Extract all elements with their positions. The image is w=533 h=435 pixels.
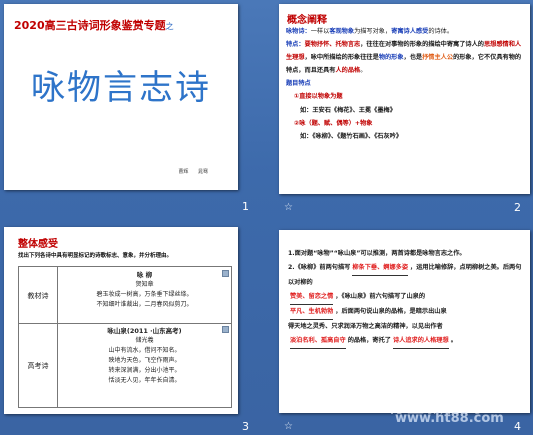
slide-number-1: 1 [242, 200, 249, 213]
answer-line-4: 平凡、生机勃勃 ，后面两句说山泉的品格，是暗示出山泉 [288, 305, 524, 320]
slide-thumbnail-3[interactable]: 整体感受 找出下列各诗中具有明显标记的诗歌标志、意象，并分析理由。 教材诗 咏 … [4, 227, 238, 414]
slide-2-heading: 概念阐释 [287, 15, 327, 26]
slide-3-heading: 整体感受 [18, 239, 58, 250]
row-label-exam: 高考诗 [27, 362, 49, 370]
slide-number-2: 2 [514, 201, 521, 214]
answer-line-2: 2.《咏柳》前两句描写 柳条下垂、婀娜多姿 ，运用比喻修辞，点明柳树之美。后两句以对… [288, 261, 524, 290]
slide-1-main-heading: 咏物言志诗 [31, 68, 211, 108]
definition-line: 咏物诗：一样以客观物象为描写对象，寄寓诗人感受的诗体。 [286, 28, 454, 35]
slide-2-body: 咏物诗：一样以客观物象为描写对象，寄寓诗人感受的诗体。 特点：要物抒怀、托物言志… [286, 25, 524, 143]
answer-line-1: 1.面对题“咏物”“咏山泉”可以推测，两首诗都是咏物言志之作。 [288, 250, 466, 257]
watermark-url: www.ht88.com [395, 411, 504, 426]
slide-thumbnail-4[interactable]: 1.面对题“咏物”“咏山泉”可以推测，两首诗都是咏物言志之作。 2.《咏柳》前两… [279, 230, 530, 413]
title-feature-2-example: 如：《咏柳》、《题竹石画》、《石灰吟》 [300, 132, 403, 140]
title-features-label: 题目特点 [286, 80, 311, 88]
slide-number-3: 3 [242, 420, 249, 433]
title-feature-1-example: 如：王安石《梅花》、王冕《墨梅》 [300, 106, 396, 114]
poem-table: 教材诗 咏 柳 贺知章 碧玉妆成一树高，万条垂下绿丝绦。 不知细叶谁裁出，二月春… [18, 266, 232, 408]
slide-thumbnail-1[interactable]: 2020高三古诗词形象鉴赏专题之 咏物言志诗 曹辉 晁骞 [4, 4, 238, 190]
slide-thumbnail-2[interactable]: 概念阐释 咏物诗：一样以客观物象为描写对象，寄寓诗人感受的诗体。 特点：要物抒怀… [279, 4, 530, 194]
answer-line-3: 赞美、留恋之情 ，《咏山泉》前六句描写了山泉的 [288, 290, 524, 305]
title-feature-2: ②咏（题、赋、偶等）+物象 [294, 119, 373, 127]
features-line: 特点：要物抒怀、托物言志，往往在对事物的形象的描绘中寄寓了诗人的思想感情和人生理… [286, 41, 522, 75]
transition-icon: ☆ [284, 202, 293, 213]
transition-icon: ☆ [284, 421, 293, 432]
row-label-textbook: 教材诗 [27, 292, 49, 300]
answer-line-6: 淡泊名利、孤高自守 的品格，寄托了 诗人追求的人格理想。 [288, 334, 524, 349]
slide-4-body: 1.面对题“咏物”“咏山泉”可以推测，两首诗都是咏物言志之作。 2.《咏柳》前两… [288, 247, 524, 349]
answer-line-5: 得天地之灵秀、只求润泽万物之高洁的精神，以见出作者 [288, 323, 443, 330]
poem-1: 咏 柳 贺知章 碧玉妆成一树高，万条垂下绿丝绦。 不知细叶谁裁出，二月春风似剪刀… [96, 271, 193, 308]
slide-1-title: 2020高三古诗词形象鉴赏专题之 [14, 19, 174, 32]
slide-number-4: 4 [514, 420, 521, 433]
slide-3-instruction: 找出下列各诗中具有明显标记的诗歌标志、意象，并分析理由。 [18, 253, 173, 259]
title-feature-1: ①直接以物象为题 [294, 93, 343, 101]
slide-1-author: 曹辉 晁骞 [178, 169, 208, 175]
poem-2: 咏山泉(2011 ·山东高考) 储光羲 山中有流水，借问不知名。 映地为天色，飞… [107, 327, 182, 384]
